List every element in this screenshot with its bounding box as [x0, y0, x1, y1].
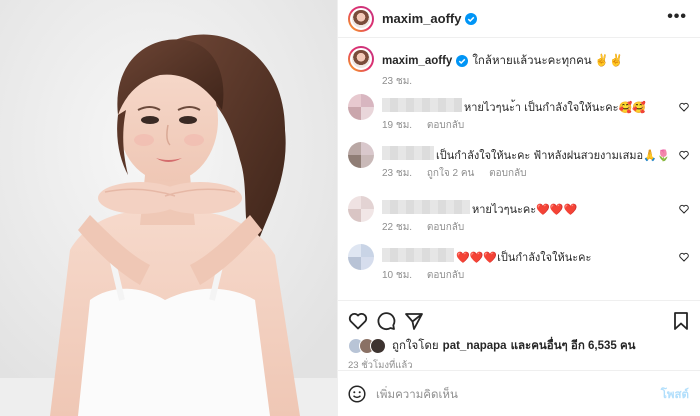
avatar[interactable] — [348, 196, 374, 222]
header-username[interactable]: maxim_aoffy — [382, 11, 461, 26]
heart-icon[interactable] — [679, 102, 689, 112]
comment-time: 10 ชม. — [382, 270, 413, 281]
comment-text: ❤️❤️❤️เป็นกำลังใจให้นะคะ — [456, 252, 592, 264]
comment-text: หายไวๆนะ้า เป็นกำลังใจให้นะคะ🥰🥰 — [464, 102, 646, 114]
action-bar — [338, 300, 700, 340]
comment-item: หายไวๆนะ้า เป็นกำลังใจให้นะคะ🥰🥰 19 ชม. ต… — [348, 94, 693, 138]
avatar[interactable] — [348, 94, 374, 120]
send-icon[interactable] — [404, 311, 424, 331]
instagram-post: maxim_aoffy ••• maxim_aoffy ใกล้หายแล้วน… — [0, 0, 700, 416]
likes-row: ถูกใจโดย pat_napapa และคนอื่นๆ อีก 6,535… — [338, 336, 700, 356]
comment-time: 19 ชม. — [382, 120, 413, 131]
caption-time: 23 ชม. — [382, 76, 413, 87]
comment-input[interactable]: เพิ่มความคิดเห็น — [376, 386, 458, 404]
comments-list: maxim_aoffy ใกล้หายแล้วนะคะทุกคน ✌️✌️ 23… — [338, 38, 700, 300]
caption-username[interactable]: maxim_aoffy — [382, 55, 452, 67]
liker-avatars[interactable] — [348, 338, 388, 354]
avatar[interactable] — [348, 46, 374, 72]
caption: maxim_aoffy ใกล้หายแล้วนะคะทุกคน ✌️✌️ 23… — [348, 46, 688, 87]
comment-time: 22 ชม. — [382, 222, 413, 233]
comment-text: หายไวๆนะคะ❤️❤️❤️ — [472, 204, 578, 216]
comment-item: หายไวๆนะคะ❤️❤️❤️ 22 ชม. ตอบกลับ — [348, 196, 693, 240]
blurred-username — [382, 248, 454, 262]
comment-item: ❤️❤️❤️เป็นกำลังใจให้นะคะ 10 ชม. ตอบกลับ — [348, 244, 693, 288]
post-photo[interactable] — [0, 0, 337, 416]
heart-icon[interactable] — [679, 252, 689, 262]
post-comment-button[interactable]: โพสต์ — [661, 386, 689, 404]
heart-icon[interactable] — [679, 204, 689, 214]
likes-user[interactable]: pat_napapa — [443, 340, 507, 352]
heart-icon[interactable] — [679, 150, 689, 160]
reply-button[interactable]: ตอบกลับ — [427, 270, 464, 281]
avatar — [370, 338, 386, 354]
woman-portrait-image — [0, 0, 337, 416]
blurred-username — [382, 200, 470, 214]
post-side-panel: maxim_aoffy ••• maxim_aoffy ใกล้หายแล้วน… — [337, 0, 700, 416]
caption-text: ใกล้หายแล้วนะคะทุกคน ✌️✌️ — [472, 55, 624, 67]
comment-item: เป็นกำลังใจให้นะคะ ฟ้าหลังฝนสวยงามเสมอ🙏🌷… — [348, 142, 693, 186]
post-header: maxim_aoffy ••• — [338, 0, 700, 38]
more-options-icon[interactable]: ••• — [667, 9, 687, 25]
comment-icon[interactable] — [376, 311, 396, 331]
likes-count[interactable]: และคนอื่นๆ อีก 6,535 คน — [511, 337, 636, 355]
reply-button[interactable]: ตอบกลับ — [427, 222, 464, 233]
comment-time: 23 ชม. — [382, 168, 413, 179]
avatar[interactable] — [348, 142, 374, 168]
verified-badge-icon — [465, 12, 478, 25]
add-comment-bar: เพิ่มความคิดเห็น โพสต์ — [338, 370, 700, 416]
heart-icon[interactable] — [348, 311, 368, 331]
reply-button[interactable]: ตอบกลับ — [427, 120, 464, 131]
comment-likes[interactable]: ถูกใจ 2 คน — [427, 168, 475, 179]
emoji-icon[interactable] — [348, 385, 366, 403]
avatar[interactable] — [348, 5, 374, 32]
blurred-username — [382, 98, 462, 112]
avatar[interactable] — [348, 244, 374, 270]
comment-text: เป็นกำลังใจให้นะคะ ฟ้าหลังฝนสวยงามเสมอ🙏🌷 — [436, 150, 671, 162]
reply-button[interactable]: ตอบกลับ — [489, 168, 526, 179]
bookmark-icon[interactable] — [671, 311, 691, 331]
verified-badge-icon — [456, 55, 469, 67]
likes-prefix: ถูกใจโดย — [392, 340, 439, 352]
blurred-username — [382, 146, 434, 160]
